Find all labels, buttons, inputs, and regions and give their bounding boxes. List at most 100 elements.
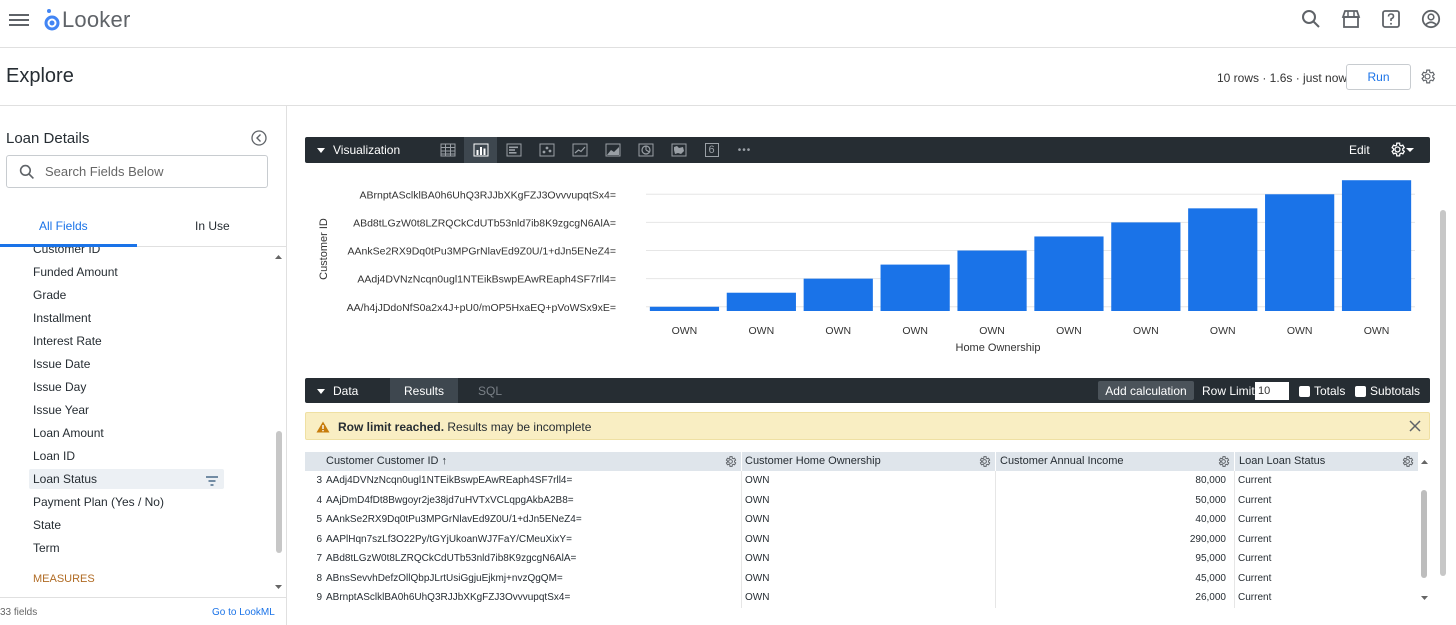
cell-home-ownership[interactable]: OWN (741, 569, 995, 588)
account-icon[interactable] (1420, 8, 1442, 30)
close-icon[interactable] (1408, 419, 1422, 438)
table-scroll-thumb[interactable] (1421, 490, 1427, 578)
cell-home-ownership[interactable]: OWN (741, 588, 995, 607)
field-item[interactable]: Issue Year (33, 403, 89, 417)
cell-loan-status[interactable]: Current (1234, 491, 1418, 510)
field-item-loan-status[interactable]: Loan Status (33, 472, 97, 486)
column-header-customer-id[interactable]: Customer Customer ID ↑ (322, 452, 742, 471)
cell-customer-id[interactable]: ABnsSevvhDefzOllQbpJLrtUsiGgjuEjkmj+nvzQ… (322, 569, 740, 588)
cell-customer-id[interactable]: AAnkSe2RX9Dq0tPu3MPGrNlavEd9Z0U/1+dJn5EN… (322, 510, 740, 529)
field-item[interactable]: Loan ID (33, 449, 75, 463)
field-item[interactable]: Customer ID (33, 247, 100, 256)
looker-logo[interactable]: Looker (44, 6, 130, 34)
table-icon[interactable] (431, 137, 464, 163)
column-chart-icon[interactable] (464, 137, 497, 163)
field-search-box[interactable] (6, 155, 268, 188)
edit-visualization-button[interactable]: Edit (1349, 143, 1370, 157)
area-chart-icon[interactable] (596, 137, 629, 163)
cell-annual-income[interactable]: 26,000 (995, 588, 1234, 607)
tab-results[interactable]: Results (390, 378, 458, 403)
cell-customer-id[interactable]: ABrnptASclklBA0h6UhQ3RJJbXKgFZJ3Ovvvupqt… (322, 588, 740, 607)
cell-home-ownership[interactable]: OWN (741, 549, 995, 568)
bar[interactable] (957, 250, 1027, 311)
cell-loan-status[interactable]: Current (1234, 549, 1418, 568)
subtotals-checkbox[interactable]: Subtotals (1355, 384, 1420, 398)
cell-customer-id[interactable]: AAPlHqn7szLf3O22Py/tGYjUkoanWJ7FaY/CMeuX… (322, 530, 740, 549)
cell-annual-income[interactable]: 45,000 (995, 569, 1234, 588)
column-header-home-ownership[interactable]: Customer Home Ownership (741, 452, 996, 471)
field-search-input[interactable] (45, 164, 245, 179)
tab-sql[interactable]: SQL (478, 384, 502, 398)
cell-annual-income[interactable]: 40,000 (995, 510, 1234, 529)
page-scroll-thumb[interactable] (1440, 210, 1446, 576)
cell-annual-income[interactable]: 50,000 (995, 491, 1234, 510)
cell-loan-status[interactable]: Current (1234, 471, 1418, 490)
bar[interactable] (1265, 194, 1335, 311)
cell-annual-income[interactable]: 290,000 (995, 530, 1234, 549)
filter-icon[interactable] (205, 474, 219, 492)
cell-customer-id[interactable]: ABd8tLGzW0t8LZRQCkCdUTb53nld7ib8K9zgcgN6… (322, 549, 740, 568)
cell-loan-status[interactable]: Current (1234, 510, 1418, 529)
tab-all-fields[interactable]: All Fields (39, 219, 88, 233)
cell-loan-status[interactable]: Current (1234, 530, 1418, 549)
field-item[interactable]: Interest Rate (33, 334, 102, 348)
cell-loan-status[interactable]: Current (1234, 569, 1418, 588)
cell-home-ownership[interactable]: OWN (741, 491, 995, 510)
explore-settings-gear-icon[interactable] (1419, 68, 1436, 90)
field-list-scroll-thumb[interactable] (276, 431, 282, 553)
bar[interactable] (726, 292, 796, 311)
bar[interactable] (803, 278, 873, 311)
cell-customer-id[interactable]: AAjDmD4fDt8Bwgoyr2je38jd7uHVTxVCLqpgAkbA… (322, 491, 740, 510)
go-to-lookml-link[interactable]: Go to LookML (212, 607, 275, 618)
row-limit-input[interactable] (1255, 382, 1289, 400)
field-item[interactable]: Funded Amount (33, 265, 118, 279)
scroll-down-icon[interactable] (274, 583, 283, 591)
checkbox-box[interactable] (1355, 385, 1366, 397)
column-header-loan-status[interactable]: Loan Loan Status (1235, 452, 1418, 471)
cell-home-ownership[interactable]: OWN (741, 530, 995, 549)
column-header-annual-income[interactable]: Customer Annual Income (996, 452, 1235, 471)
run-button[interactable]: Run (1346, 64, 1411, 90)
scroll-up-icon[interactable] (274, 253, 283, 261)
line-chart-icon[interactable] (563, 137, 596, 163)
cell-home-ownership[interactable]: OWN (741, 471, 995, 490)
cell-home-ownership[interactable]: OWN (741, 510, 995, 529)
field-item[interactable]: State (33, 518, 61, 532)
map-icon[interactable] (662, 137, 695, 163)
measures-section-label[interactable]: MEASURES (33, 573, 95, 585)
cell-annual-income[interactable]: 95,000 (995, 549, 1234, 568)
field-item[interactable]: Grade (33, 288, 66, 302)
field-item[interactable]: Loan Amount (33, 426, 104, 440)
table-scroll-up-icon[interactable] (1420, 458, 1429, 466)
cell-loan-status[interactable]: Current (1234, 588, 1418, 607)
field-item[interactable]: Installment (33, 311, 91, 325)
field-item[interactable]: Payment Plan (Yes / No) (33, 495, 164, 509)
bar[interactable] (1034, 236, 1104, 311)
checkbox-box[interactable] (1299, 385, 1310, 397)
cell-annual-income[interactable]: 80,000 (995, 471, 1234, 490)
add-calculation-button[interactable]: Add calculation (1098, 381, 1194, 400)
search-icon[interactable] (1300, 8, 1322, 30)
bar[interactable] (880, 264, 950, 311)
help-icon[interactable] (1380, 8, 1402, 30)
totals-checkbox[interactable]: Totals (1299, 384, 1345, 398)
menu-icon[interactable] (9, 11, 29, 29)
more-icon[interactable]: ••• (728, 137, 761, 163)
bar[interactable] (1188, 208, 1258, 311)
bar[interactable] (649, 306, 720, 311)
single-value-icon[interactable]: 6 (695, 137, 728, 163)
bar[interactable] (1111, 222, 1181, 311)
collapse-sidebar-icon[interactable] (251, 130, 267, 151)
table-scroll-down-icon[interactable] (1420, 594, 1429, 602)
tab-in-use[interactable]: In Use (195, 219, 230, 233)
viz-settings-gear-icon[interactable] (1389, 141, 1414, 158)
scatter-icon[interactable] (530, 137, 563, 163)
pie-chart-icon[interactable] (629, 137, 662, 163)
field-item[interactable]: Issue Date (33, 357, 90, 371)
data-toggle[interactable]: Data (317, 384, 358, 398)
field-item[interactable]: Issue Day (33, 380, 86, 394)
bar[interactable] (1341, 180, 1412, 311)
cell-customer-id[interactable]: AAdj4DVNzNcqn0ugl1NTEikBswpEAwREaph4SF7r… (322, 471, 740, 490)
marketplace-icon[interactable] (1340, 8, 1362, 30)
field-item[interactable]: Term (33, 541, 60, 555)
